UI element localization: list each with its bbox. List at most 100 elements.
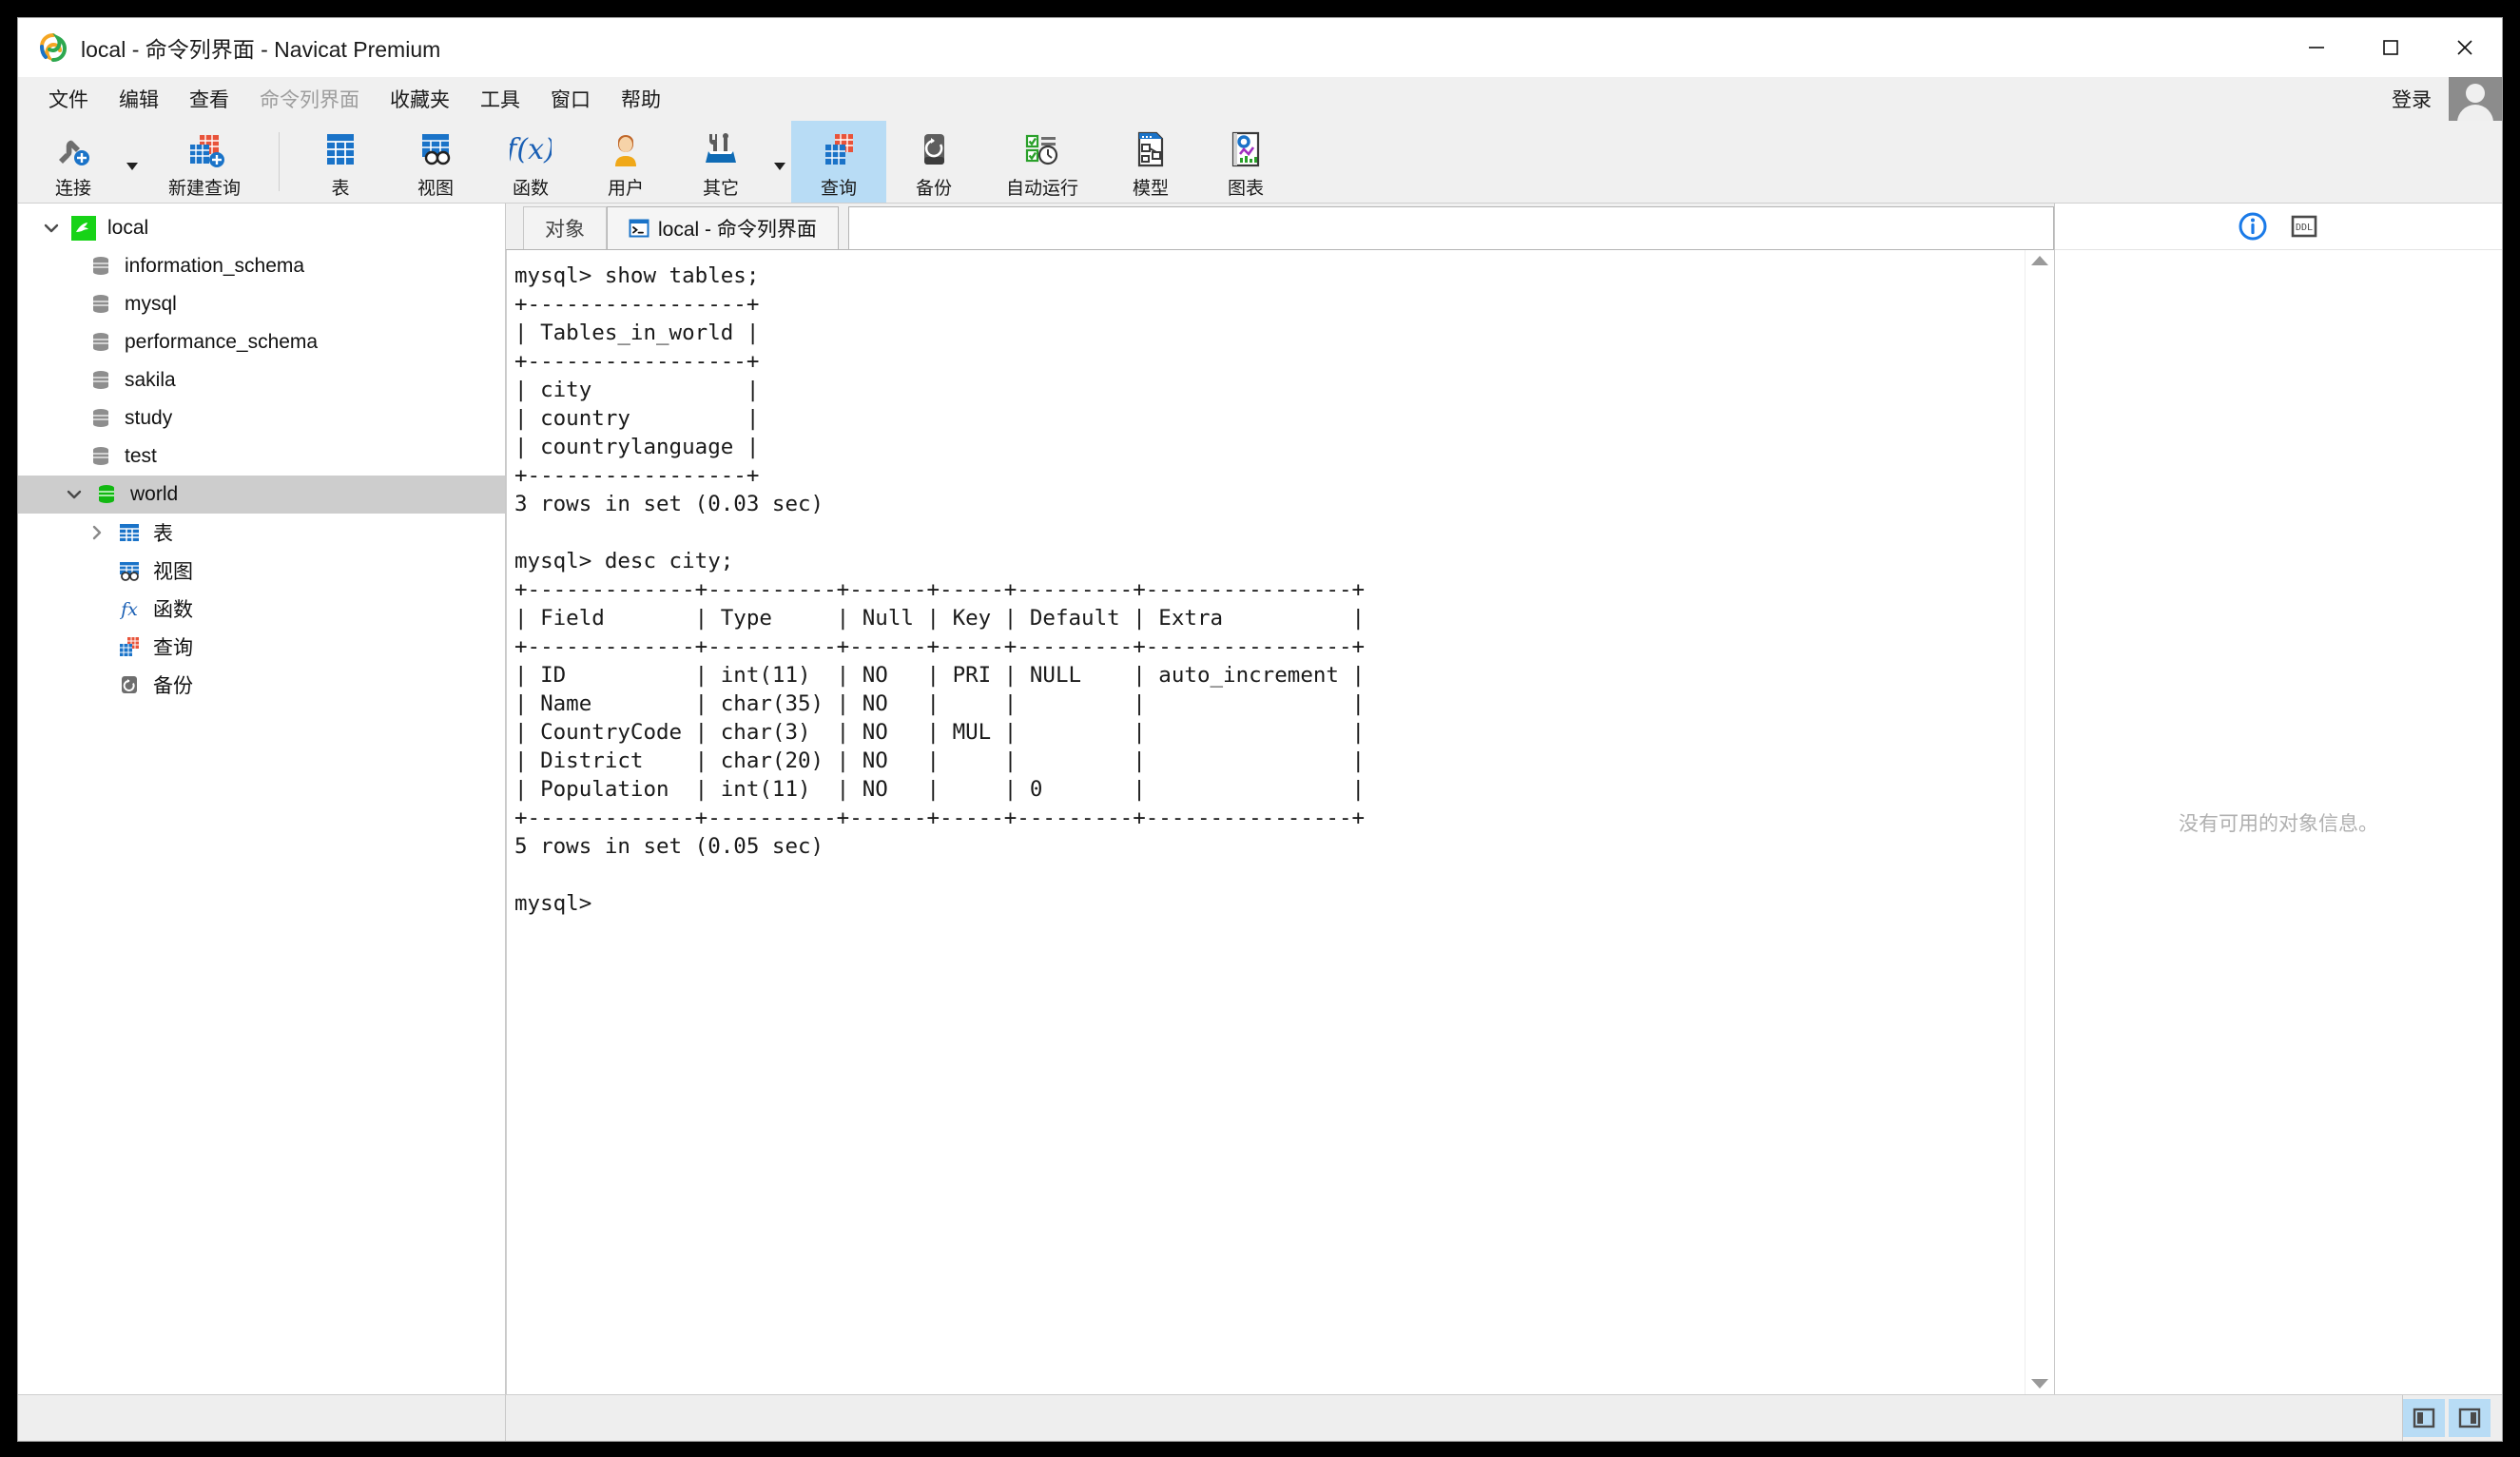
toolbar-separator [279,132,280,191]
tab-console[interactable]: local - 命令列界面 [607,206,839,249]
menu-item-tools[interactable]: 工具 [465,81,535,117]
toolbar-label-chart: 图表 [1228,174,1264,200]
backup-icon [113,672,145,697]
close-icon[interactable] [2428,18,2502,77]
view-icon [415,125,456,174]
app-window: local - 命令列界面 - Navicat Premium 文件 编辑 查看… [17,17,2503,1442]
toolbar-button-model[interactable]: 模型 [1103,121,1198,203]
toolbar-label-query: 查询 [821,174,857,200]
user-icon [605,125,647,174]
toolbar-button-view[interactable]: 视图 [388,121,483,203]
menu-bar: 文件 编辑 查看 命令列界面 收藏夹 工具 窗口 帮助 登录 [18,77,2502,121]
tab-bar-filler [848,206,2054,249]
new-query-icon [183,125,226,174]
automation-icon [1020,125,1064,174]
center-pane: 对象 local - 命令列界面 mysql> show tables; +-- [506,204,2054,1394]
terminal-output-panel[interactable]: mysql> show tables; +-----------------+ … [506,250,2025,1394]
menu-item-edit[interactable]: 编辑 [104,81,174,117]
status-bar-middle [506,1395,2402,1441]
sidebar-item-tables[interactable]: 表 [18,514,505,552]
toolbar-button-function[interactable]: f(x) 函数 [483,121,578,203]
sidebar-label-views: 视图 [153,556,193,585]
maximize-icon[interactable] [2354,18,2428,77]
menu-item-window[interactable]: 窗口 [535,81,606,117]
minimize-icon[interactable] [2279,18,2354,77]
sidebar-label-local: local [107,217,148,240]
chevron-right-icon[interactable] [81,524,113,541]
database-icon [85,292,117,317]
table-icon [113,520,145,545]
sidebar-label-queries: 查询 [153,632,193,661]
toggle-right-pane-icon[interactable] [2449,1399,2491,1437]
backup-icon [913,125,955,174]
toolbar-label-view: 视图 [417,174,454,200]
toolbar-button-backup[interactable]: 备份 [886,121,981,203]
scroll-down-arrow-icon[interactable] [2031,1379,2048,1389]
tab-label-objects: 对象 [545,214,585,243]
toolbar-button-user[interactable]: 用户 [578,121,673,203]
menu-bar-right: 登录 [2375,77,2502,121]
toggle-left-pane-icon[interactable] [2403,1399,2445,1437]
view-icon [113,558,145,583]
main-toolbar: 连接 [18,121,2502,204]
chevron-down-icon[interactable] [35,220,68,237]
sidebar-item-views[interactable]: 视图 [18,552,505,590]
status-bar-left [18,1395,506,1441]
sidebar-item-local[interactable]: local [18,209,505,247]
database-open-icon [90,482,123,507]
object-tree: local information_schema mysql [18,204,505,704]
database-icon [85,254,117,279]
sidebar-item-backups[interactable]: 备份 [18,666,505,704]
toolbar-button-connection[interactable]: 连接 [26,121,121,203]
connection-dropdown-caret-icon[interactable] [121,121,144,203]
sidebar-label-world: world [130,483,178,506]
sidebar-label-functions: 函数 [153,594,193,623]
sidebar-item-mysql[interactable]: mysql [18,285,505,323]
database-icon [85,330,117,355]
function-icon: fx [113,596,145,621]
toolbar-label-model: 模型 [1133,174,1169,200]
sidebar-item-performance_schema[interactable]: performance_schema [18,323,505,361]
toolbar-label-connection: 连接 [55,174,91,200]
tab-bar: 对象 local - 命令列界面 [506,204,2054,249]
table-icon [320,125,361,174]
sidebar-item-test[interactable]: test [18,437,505,476]
ddl-icon[interactable]: DDL [2287,209,2321,243]
tab-objects[interactable]: 对象 [523,206,607,249]
title-bar: local - 命令列界面 - Navicat Premium [18,18,2502,77]
toolbar-button-others[interactable]: 其它 [673,121,768,203]
menu-item-view[interactable]: 查看 [174,81,244,117]
toolbar-button-table[interactable]: 表 [293,121,388,203]
sidebar-item-study[interactable]: study [18,399,505,437]
menu-item-favorites[interactable]: 收藏夹 [375,81,465,117]
chevron-down-icon[interactable] [58,486,90,503]
terminal-vertical-scrollbar[interactable] [2025,250,2054,1394]
login-link[interactable]: 登录 [2375,85,2449,113]
menu-item-help[interactable]: 帮助 [606,81,676,117]
toolbar-button-query[interactable]: 查询 [791,121,886,203]
others-dropdown-caret-icon[interactable] [768,121,791,203]
sidebar-label-study: study [125,407,172,430]
scroll-up-arrow-icon[interactable] [2031,256,2048,265]
info-sidebar-tabs: DDL [2055,204,2502,250]
sidebar-item-sakila[interactable]: sakila [18,361,505,399]
sidebar-item-information_schema[interactable]: information_schema [18,247,505,285]
connection-icon [51,125,95,174]
user-avatar-icon[interactable] [2449,77,2502,121]
sidebar-item-world[interactable]: world [18,476,505,514]
toolbar-button-automation[interactable]: 自动运行 [981,121,1103,203]
title-bar-left: local - 命令列界面 - Navicat Premium [18,31,440,64]
sidebar-item-functions[interactable]: fx 函数 [18,590,505,628]
toolbar-button-chart[interactable]: 图表 [1198,121,1293,203]
chart-icon [1225,125,1267,174]
others-icon [700,125,742,174]
query-icon [113,634,145,659]
query-icon [818,125,860,174]
sidebar-item-queries[interactable]: 查询 [18,628,505,666]
sidebar-label-sakila: sakila [125,369,176,392]
function-icon: f(x) [510,125,552,174]
toolbar-label-automation: 自动运行 [1006,174,1078,200]
toolbar-button-new-query[interactable]: 新建查询 [144,121,265,203]
info-icon[interactable] [2236,209,2270,243]
menu-item-file[interactable]: 文件 [33,81,104,117]
